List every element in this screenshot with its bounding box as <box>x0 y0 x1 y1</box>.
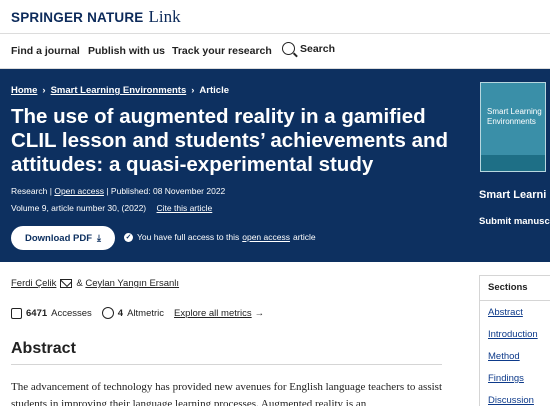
open-access-link[interactable]: Open access <box>54 186 104 196</box>
section-link-introduction[interactable]: Introduction <box>488 329 538 340</box>
cite-article-link[interactable]: Cite this article <box>157 203 213 213</box>
download-pdf-label: Download PDF <box>24 232 93 244</box>
divider <box>480 300 550 301</box>
author-link[interactable]: Ferdi Çelik <box>11 278 56 289</box>
top-bar: SPRINGER NATURE Link <box>0 0 550 34</box>
check-circle-icon: ✓ <box>124 232 133 242</box>
submit-manuscript-link[interactable]: Submit manuscri <box>479 216 550 227</box>
breadcrumb-home[interactable]: Home <box>11 85 37 96</box>
author-link[interactable]: Ceylan Yangın Ersanlı <box>85 278 179 289</box>
section-link-method[interactable]: Method <box>488 351 520 362</box>
abstract-text: The advancement of technology has provid… <box>11 381 442 406</box>
section-link-findings[interactable]: Findings <box>488 373 524 384</box>
article-type: Research <box>11 186 48 196</box>
nav-track-research[interactable]: Track your research <box>172 45 272 57</box>
search-icon <box>282 42 295 55</box>
main-nav: Find a journal Publish with us Track you… <box>0 34 550 69</box>
altmetric-icon <box>101 307 114 319</box>
journal-cover-title: Smart Learning Environments <box>487 107 542 126</box>
accesses-icon <box>11 307 22 319</box>
arrow-right-icon: → <box>254 307 265 319</box>
nav-find-journal[interactable]: Find a journal <box>11 45 80 57</box>
open-access-inline-link[interactable]: open access <box>242 232 290 242</box>
breadcrumb-current: Article <box>199 85 229 96</box>
altmetric-label: Altmetric <box>127 307 165 319</box>
accesses-count: 6471 <box>26 307 48 319</box>
article-metrics: 6471 Accesses 4 Altmetric Explore all me… <box>11 307 264 319</box>
download-pdf-button[interactable]: Download PDF ⤓ <box>11 226 115 250</box>
article-title: The use of augmented reality in a gamifi… <box>11 105 449 176</box>
nav-search-button[interactable]: Search <box>282 42 335 55</box>
nav-search-label: Search <box>300 42 336 55</box>
section-link-abstract[interactable]: Abstract <box>488 307 523 318</box>
logo-product: Link <box>148 7 181 26</box>
chevron-right-icon: › <box>191 85 195 96</box>
article-volume: Volume 9, article number 30, (2022) <box>11 203 147 213</box>
chevron-right-icon: › <box>42 85 46 96</box>
journal-cover-image[interactable]: Smart Learning Environments <box>480 82 546 172</box>
springer-nature-link-logo[interactable]: SPRINGER NATURE Link <box>11 7 181 27</box>
article-meta: Research | Open access | Published: 08 N… <box>11 186 226 196</box>
explore-metrics-link[interactable]: Explore all metrics <box>174 308 252 319</box>
altmetric-count: 4 <box>117 307 124 319</box>
journal-cover-band <box>481 155 545 171</box>
abstract-heading: Abstract <box>11 340 76 357</box>
breadcrumb: Home › Smart Learning Environments › Art… <box>11 85 229 96</box>
sections-heading: Sections <box>488 282 528 293</box>
logo-brand: SPRINGER NATURE <box>11 10 144 25</box>
breadcrumb-journal[interactable]: Smart Learning Environments <box>51 85 187 96</box>
section-link-discussion[interactable]: Discussion <box>488 395 534 406</box>
accesses-label: Accesses <box>51 307 92 319</box>
journal-name-link[interactable]: Smart Learni <box>479 189 546 201</box>
article-hero: Home › Smart Learning Environments › Art… <box>0 69 550 262</box>
download-icon: ⤓ <box>97 232 101 243</box>
access-note: ✓ You have full access to this open acce… <box>124 232 316 242</box>
divider <box>11 364 442 365</box>
authors-line: Ferdi Çelik & Ceylan Yangın Ersanlı <box>11 278 180 289</box>
sections-nav: Sections Abstract Introduction Method Fi… <box>479 275 550 406</box>
email-icon[interactable] <box>60 279 73 288</box>
nav-publish[interactable]: Publish with us <box>88 45 165 57</box>
article-volume-line: Volume 9, article number 30, (2022) Cite… <box>11 203 212 213</box>
published-date: Published: 08 November 2022 <box>110 186 226 196</box>
